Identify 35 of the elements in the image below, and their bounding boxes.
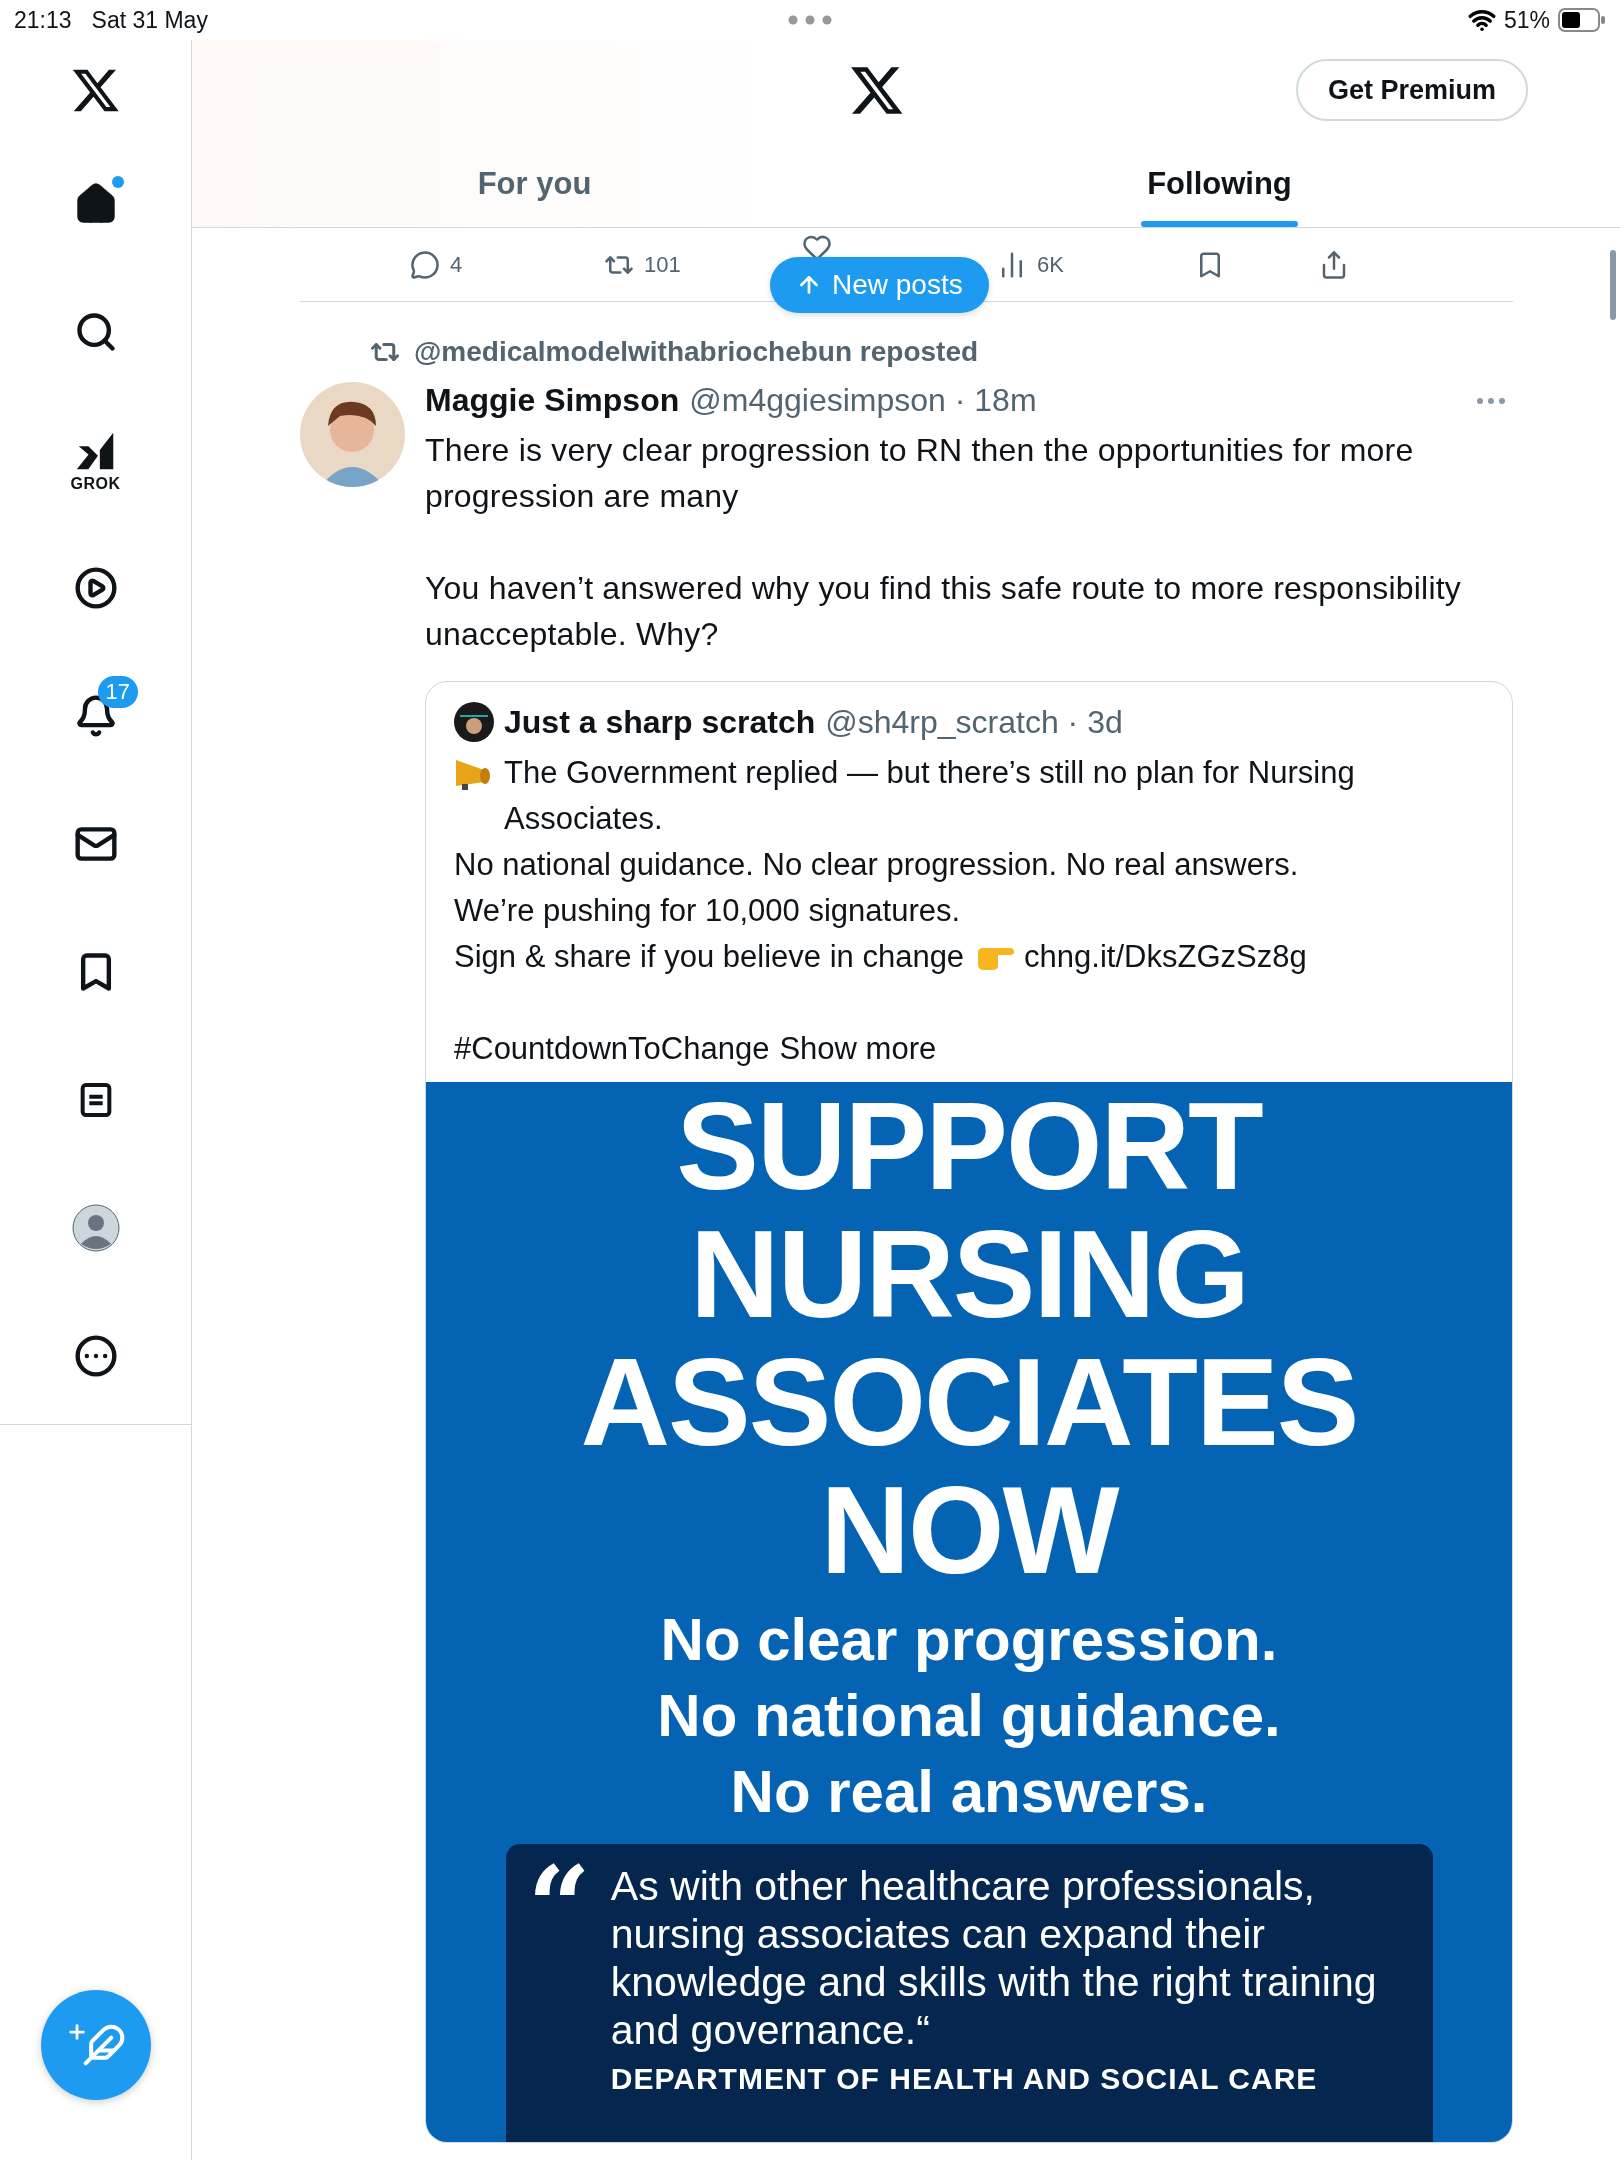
grok-label: GROK [70,475,121,493]
feed-tab[interactable]: Following [1141,140,1298,227]
hashtag-link[interactable]: #CountdownToChange [454,1026,770,1072]
quote-mark: “ [527,1862,591,1942]
post-text: The Government replied — but there’s still no plan for Nursing Associates. [504,754,1356,838]
poster-subtitle: No clear progression. [660,1605,1278,1675]
show-more-link[interactable]: Show more [779,1026,937,1072]
post-text: We’re pushing for 10,000 signatures. [454,893,961,928]
status-time: 21:13 [14,6,72,34]
author-handle: @sh4rp_scratch · 3d [825,703,1123,741]
post-text: No national guidance. No clear progression. No real answers. [454,847,1299,882]
author-name: Just a sharp scratch [504,703,816,741]
author-name: Maggie Simpson [425,382,680,419]
repost-label: @medicalmodelwithabriochebun reposted [414,336,979,368]
views-action[interactable]: 6K [997,249,1064,280]
poster-source: DEPARTMENT OF HEALTH AND SOCIAL CARE [610,2062,1319,2096]
get-premium-button[interactable]: Get Premium [1295,59,1528,121]
author-handle: @m4ggiesimpson · 18m [689,382,1037,419]
link[interactable]: chng.it/DksZGzSz8g [1024,934,1307,980]
post-text: There is very clear progression to RN then the opportunities for more progression are many [425,431,1415,516]
reply-action[interactable]: 4 [410,249,463,280]
feed-tab[interactable]: For you [471,140,598,227]
post-text: Sign & share if you believe in change [454,938,965,976]
battery-percent: 51% [1503,6,1550,34]
poster-quote: As with other healthcare professionals, nursing associates can expand their knowledge and skills with the right training and governance.“ [610,1862,1378,2054]
poster-subtitle: No national guidance. [657,1681,1281,1751]
post-text: You haven’t answered why you find this safe route to more responsibility unacceptable. Why? [425,569,1462,654]
poster-headline: NURSING [690,1210,1248,1338]
poster-headline: SUPPORT [676,1082,1262,1210]
poster-headline: NOW [820,1466,1118,1594]
notification-badge: 17 [97,676,138,708]
poster-subtitle: No real answers. [730,1757,1208,1827]
status-date: Sat 31 May [91,6,208,34]
poster-headline: ASSOCIATES [580,1338,1358,1466]
repost-action[interactable]: 101 [604,249,681,280]
